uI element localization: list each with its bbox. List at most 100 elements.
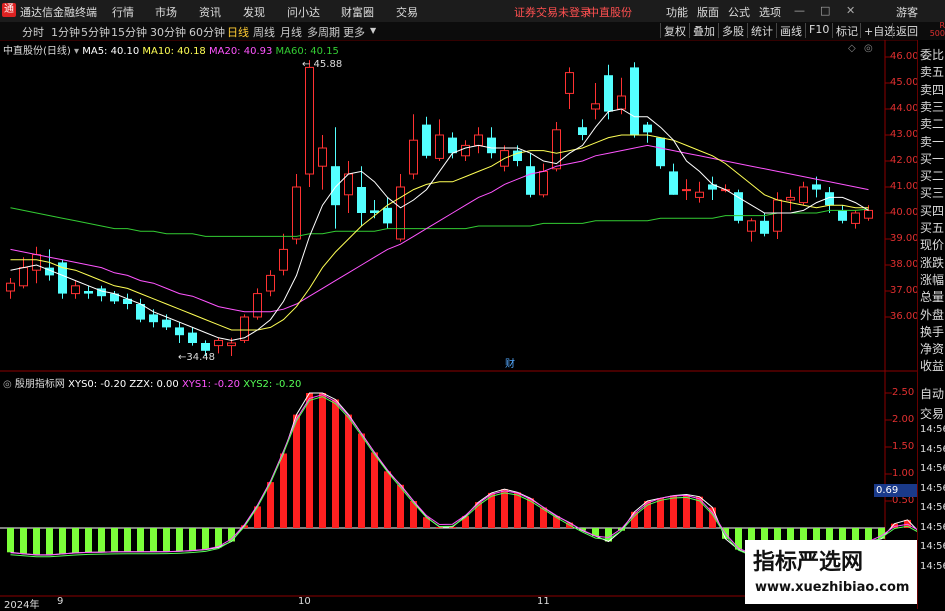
xys2-line — [10, 396, 934, 558]
tick-panel-item: 14:56 — [920, 424, 945, 435]
ind-bar-pos — [267, 482, 274, 528]
indicator-legend: ◎ 殷朋指标网 XYS0: -0.20 ZZX: 0.00 XYS1: -0.2… — [3, 375, 301, 390]
candle-body-up — [786, 196, 795, 201]
candle-body-down — [526, 166, 535, 195]
ind-current-value-tag: 0.69 — [874, 483, 918, 497]
quote-panel-label: 买二 — [920, 169, 945, 184]
candle-body-down — [838, 210, 847, 221]
ind-bar-pos — [397, 484, 404, 528]
quote-panel-label: 换手 — [920, 324, 945, 339]
quote-panel-label: 涨幅 — [920, 272, 945, 287]
price-tick-label: 46.00 — [890, 51, 919, 62]
low-price-label: ←34.48 — [178, 352, 215, 363]
quote-panel-label: 买四 — [920, 203, 945, 218]
candle-body-up — [591, 103, 600, 110]
x-label-oct: 10 — [298, 596, 311, 607]
ind-bar-pos — [371, 452, 378, 528]
price-tick-label: 45.00 — [890, 77, 919, 88]
xys1-line — [10, 394, 934, 556]
ind-bar-neg — [124, 528, 131, 552]
candle-body-down — [643, 124, 652, 133]
candle-body-up — [214, 339, 223, 347]
quote-panel-label: 卖一 — [920, 134, 945, 149]
candle-body-down — [812, 184, 821, 190]
ind-bar-pos — [332, 399, 339, 528]
candle-body-up — [396, 186, 405, 240]
xys0-line — [10, 392, 934, 556]
quote-panel-label: 总量 — [920, 290, 945, 305]
candle-body-up — [6, 282, 15, 292]
ind-bar-pos — [501, 489, 508, 528]
candle-body-down — [578, 127, 587, 135]
tick-panel-item: 14:56 — [920, 502, 945, 513]
quote-panel-label: 卖二 — [920, 117, 945, 132]
kline-chart[interactable]: ← 45.88 ←34.48 财 — [0, 0, 945, 609]
tick-panel-item: 14:56 — [920, 443, 945, 455]
ind-bar-neg — [150, 528, 157, 552]
price-tick-label: 41.00 — [890, 181, 919, 192]
candle-body-up — [240, 316, 249, 341]
zzx-value: ZZX: 0.00 — [129, 379, 179, 390]
quote-panel-label: 买五 — [920, 221, 945, 235]
ind-bar-neg — [59, 528, 66, 554]
ind-bar-neg — [111, 528, 118, 552]
candle-body-down — [84, 291, 93, 294]
quote-panel-label: 卖三 — [920, 99, 945, 114]
tick-panel-item: 自动 — [920, 387, 945, 401]
candle-body-down — [162, 319, 171, 328]
ind-bar-neg — [46, 528, 53, 555]
tick-panel-item: 14:56 — [920, 482, 945, 494]
candle-body-up — [864, 209, 873, 219]
tick-panel-item: 14:56 — [920, 521, 945, 533]
ind-bar-pos — [384, 471, 391, 528]
candle-body-down — [201, 343, 210, 351]
ind-tick-label: 1.00 — [892, 468, 915, 479]
right-quote-panel: 委比 卖五 卖四 卖三 卖二 卖一 买一 买二 买三 买四 买五 现价 涨跌 涨幅 总量 外盘 换手 净资 收益 自… — [917, 40, 945, 609]
quote-panel-label: 现价 — [920, 238, 945, 253]
candle-body-down — [734, 192, 743, 221]
ind-bar-neg — [20, 528, 27, 554]
candle-body-down — [331, 166, 340, 206]
ind-bar-neg — [137, 528, 144, 552]
candle-body-down — [487, 137, 496, 154]
high-price-label: ← 45.88 — [302, 59, 342, 70]
xys1-value: XYS1: -0.20 — [181, 379, 241, 390]
candle-body-up — [565, 72, 574, 94]
price-tick-label: 40.00 — [890, 207, 919, 218]
ind-bar-pos — [280, 453, 287, 528]
candle-body-up — [539, 170, 548, 196]
quote-panel-label: 买三 — [920, 186, 945, 201]
xys2-value: XYS2: -0.20 — [243, 379, 302, 390]
candle-body-down — [357, 187, 366, 213]
x-label-sep: 9 — [57, 596, 64, 607]
candle-body-up — [682, 189, 691, 192]
candle-body-down — [760, 220, 769, 234]
ind-tick-label: 2.50 — [892, 387, 915, 398]
ind-bar-neg — [72, 528, 79, 553]
candle-body-up — [409, 139, 418, 175]
candle-body-up — [435, 134, 444, 159]
indicator-name: 殷朋指标网 — [14, 379, 65, 390]
candle-body-down — [422, 124, 431, 156]
ind-bar-pos — [358, 433, 365, 528]
ind-bar-neg — [85, 528, 92, 553]
candle-body-up — [292, 186, 301, 240]
candle-body-up — [253, 293, 262, 318]
quote-panel-label: 卖五 — [920, 65, 945, 80]
ind-bar-neg — [163, 528, 170, 552]
ind-bar-pos — [293, 414, 300, 528]
ind-bar-neg — [189, 528, 196, 551]
candle-body-down — [175, 327, 184, 336]
ind-bar-pos — [514, 492, 521, 528]
candle-body-up — [617, 95, 626, 110]
ind-tick-label: 2.00 — [892, 414, 915, 425]
ind-bar-neg — [33, 528, 40, 555]
finance-marker: 财 — [505, 357, 515, 370]
quote-panel-label: 买一 — [920, 151, 945, 166]
x-label-nov: 11 — [537, 596, 550, 607]
quote-panel-label: 卖四 — [920, 82, 945, 97]
ind-bar-pos — [319, 393, 326, 528]
candle-body-down — [149, 314, 158, 323]
candle-body-down — [630, 67, 639, 135]
indicator-toggle-icon[interactable]: ◎ — [3, 379, 12, 390]
